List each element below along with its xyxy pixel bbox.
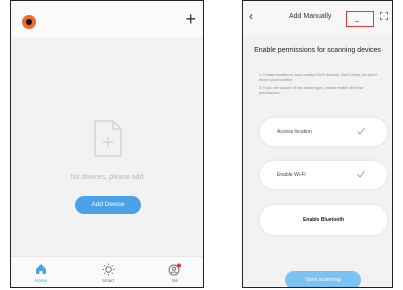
enable-wifi-option[interactable]: Enable Wi-Fi [260, 161, 387, 189]
tab-home[interactable]: Home [26, 261, 56, 283]
highlight-box [346, 11, 374, 27]
tab-indicator [355, 21, 359, 22]
check-icon [357, 127, 365, 135]
enable-wifi-label: Enable Wi-Fi [277, 172, 306, 178]
permissions-title: Enable permissions for scanning devices [254, 47, 381, 54]
access-location-option[interactable]: Access location [260, 118, 387, 146]
scan-icon[interactable] [380, 12, 388, 20]
tab-home-label: Home [34, 278, 47, 283]
app-logo-icon [22, 15, 36, 29]
empty-message: No devices, please add [70, 174, 144, 181]
back-chevron-icon[interactable]: ‹ [249, 9, 253, 23]
start-scanning-button[interactable]: Start scanning [285, 271, 361, 287]
sun-icon [102, 263, 114, 275]
tab-smart-label: Smart [101, 278, 114, 283]
plus-icon[interactable]: + [185, 10, 196, 28]
profile-icon [168, 263, 181, 275]
tab-smart[interactable]: Smart [93, 261, 123, 283]
empty-document-icon [94, 120, 122, 157]
bottom-tabbar: Home Smart Me [11, 256, 203, 287]
add-manually-header: ‹ Add Manually [243, 1, 392, 35]
add-device-button[interactable]: Add Device [75, 196, 141, 214]
enable-bluetooth-option[interactable]: Enable Bluetooth [260, 205, 387, 235]
tab-me-label: Me [171, 278, 179, 283]
access-location-label: Access location [277, 129, 312, 135]
check-icon [357, 170, 365, 178]
permission-note: 2. If you are unsure of the device type,… [259, 86, 364, 95]
permissions-notes: 1. Enable location to scan nearby Wi-Fi … [259, 73, 380, 99]
enable-bluetooth-label: Enable Bluetooth [302, 217, 345, 223]
home-icon [36, 264, 46, 274]
add-manually-screen: ‹ Add Manually Enable permissions for sc… [242, 0, 393, 288]
home-header: + [11, 1, 203, 37]
tab-me[interactable]: Me [160, 261, 190, 283]
page-title: Add Manually [289, 13, 332, 20]
permission-note: 1. Enable location to scan nearby Wi-Fi … [259, 73, 377, 82]
home-screen: + No devices, please add Add Device Home… [10, 0, 204, 288]
